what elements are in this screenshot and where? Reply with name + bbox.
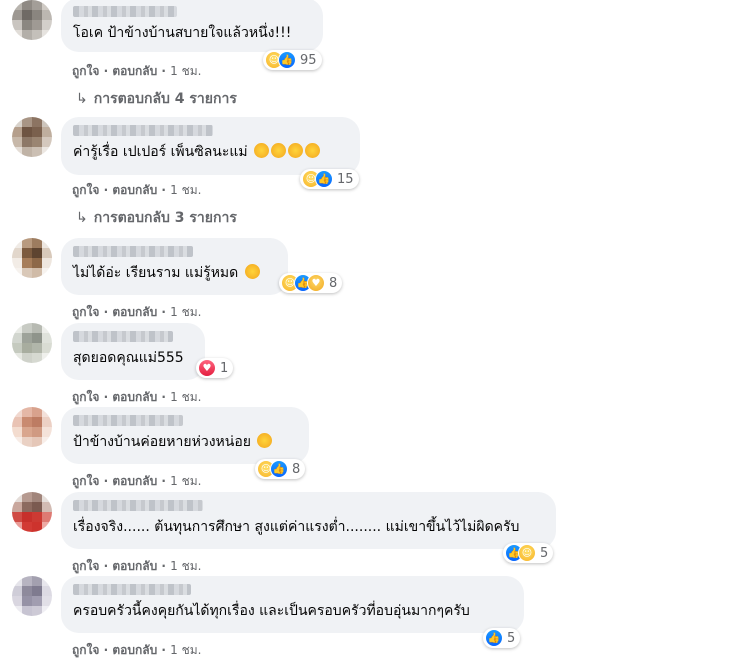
comment-actions: ถูกใจ · ตอบกลับ · 1 ชม. (72, 388, 201, 407)
comment-bubble: โอเค ป้าข้างบ้านสบายใจแล้วหนึ่ง!!! (61, 0, 323, 52)
haha-reaction-icon: ☺ (518, 544, 536, 562)
commenter-name[interactable] (73, 6, 177, 17)
comment-actions: ถูกใจ · ตอบกลับ · 1 ชม. (72, 303, 201, 322)
rofl-emoji-icon (288, 143, 304, 158)
reaction-count: 95 (300, 52, 317, 68)
avatar[interactable] (12, 323, 52, 363)
timestamp[interactable]: 1 ชม. (170, 559, 201, 573)
comment-text: ป้าข้างบ้านค่อยหายห่วงหน่อย (73, 434, 251, 450)
view-replies-link[interactable]: ↳ การตอบกลับ 4 รายการ (76, 88, 237, 110)
replies-label: การตอบกลับ 3 รายการ (93, 210, 237, 226)
reaction-summary[interactable]: 👍 5 (483, 628, 521, 648)
reply-arrow-icon: ↳ (76, 210, 88, 226)
comment-actions: ถูกใจ · ตอบกลับ · 1 ชม. (72, 62, 201, 81)
separator: · (99, 474, 113, 488)
replies-label: การตอบกลับ 4 รายการ (93, 91, 237, 107)
like-reaction-icon: 👍 (278, 51, 296, 69)
comment-text: ครอบครัวนี้คงคุยกันได้ทุกเรื่อง และเป็นค… (73, 603, 470, 619)
view-replies-link[interactable]: ↳ การตอบกลับ 3 รายการ (76, 207, 237, 229)
like-link[interactable]: ถูกใจ (72, 183, 99, 197)
separator: · (157, 64, 171, 78)
smiling-emoji-icon (244, 264, 260, 279)
timestamp[interactable]: 1 ชม. (170, 305, 201, 319)
reaction-count: 15 (337, 171, 354, 187)
comment-text: โอเค ป้าข้างบ้านสบายใจแล้วหนึ่ง!!! (73, 25, 292, 41)
reply-link[interactable]: ตอบกลับ (112, 183, 157, 197)
commenter-name[interactable] (73, 331, 173, 342)
comment-bubble: สุดยอดคุณแม่555 (61, 323, 205, 380)
separator: · (157, 474, 171, 488)
reaction-summary[interactable]: ☺ 👍 ♥ 8 (279, 273, 343, 293)
separator: · (157, 390, 171, 404)
separator: · (99, 559, 113, 573)
like-reaction-icon: 👍 (485, 629, 503, 647)
comment-actions: ถูกใจ · ตอบกลับ · 1 ชม. (72, 472, 201, 491)
reply-arrow-icon: ↳ (76, 91, 88, 107)
reaction-count: 5 (507, 630, 516, 646)
reaction-summary[interactable]: ☺ 👍 95 (263, 50, 322, 70)
avatar[interactable] (12, 407, 52, 447)
separator: · (157, 559, 171, 573)
timestamp[interactable]: 1 ชม. (170, 64, 201, 78)
separator: · (157, 183, 171, 197)
reaction-summary[interactable]: ♥ 1 (196, 358, 234, 378)
comment-bubble: ไม่ได้อ่ะ เรียนราม แม่รู้หมด (61, 238, 288, 295)
rofl-emoji-icon (254, 143, 270, 158)
reply-link[interactable]: ตอบกลับ (112, 64, 157, 78)
comment-text: ไม่ได้อ่ะ เรียนราม แม่รู้หมด (73, 265, 239, 281)
comment-actions: ถูกใจ · ตอบกลับ · 1 ชม. (72, 641, 201, 660)
comment-text: สุดยอดคุณแม่555 (73, 350, 184, 366)
separator: · (99, 390, 113, 404)
rofl-emoji-icon (271, 143, 287, 158)
commenter-name[interactable] (73, 500, 203, 511)
comment-bubble: ป้าข้างบ้านค่อยหายห่วงหน่อย (61, 407, 309, 464)
like-link[interactable]: ถูกใจ (72, 559, 99, 573)
avatar[interactable] (12, 117, 52, 157)
reaction-summary[interactable]: 👍 ☺ 5 (503, 543, 554, 563)
grinning-emoji-icon (257, 433, 273, 448)
reaction-count: 1 (220, 360, 229, 376)
reaction-count: 8 (329, 275, 338, 291)
reply-link[interactable]: ตอบกลับ (112, 390, 157, 404)
love-reaction-icon: ♥ (198, 359, 216, 377)
reply-link[interactable]: ตอบกลับ (112, 559, 157, 573)
timestamp[interactable]: 1 ชม. (170, 183, 201, 197)
like-reaction-icon: 👍 (315, 170, 333, 188)
like-link[interactable]: ถูกใจ (72, 474, 99, 488)
separator: · (99, 183, 113, 197)
comment-bubble: เรื่องจริง...... ต้นทุนการศึกษา สูงแต่ค่… (61, 492, 556, 549)
reaction-summary[interactable]: ☺ 👍 15 (300, 169, 359, 189)
comment-text: เรื่องจริง...... ต้นทุนการศึกษา สูงแต่ค่… (73, 519, 520, 535)
separator: · (157, 305, 171, 319)
reaction-summary[interactable]: ☺ 👍 8 (255, 459, 306, 479)
reaction-count: 5 (540, 545, 549, 561)
like-link[interactable]: ถูกใจ (72, 64, 99, 78)
timestamp[interactable]: 1 ชม. (170, 474, 201, 488)
reaction-count: 8 (292, 461, 301, 477)
like-link[interactable]: ถูกใจ (72, 305, 99, 319)
like-reaction-icon: 👍 (270, 460, 288, 478)
like-link[interactable]: ถูกใจ (72, 390, 99, 404)
commenter-name[interactable] (73, 125, 213, 136)
avatar[interactable] (12, 576, 52, 616)
avatar[interactable] (12, 238, 52, 278)
rofl-emoji-icon (305, 143, 321, 158)
comment-bubble: ครอบครัวนี้คงคุยกันได้ทุกเรื่อง และเป็นค… (61, 576, 524, 633)
commenter-name[interactable] (73, 415, 183, 426)
reply-link[interactable]: ตอบกลับ (112, 305, 157, 319)
separator: · (99, 64, 113, 78)
avatar[interactable] (12, 492, 52, 532)
separator: · (99, 305, 113, 319)
reply-link[interactable]: ตอบกลับ (112, 474, 157, 488)
comment-actions: ถูกใจ · ตอบกลับ · 1 ชม. (72, 181, 201, 200)
commenter-name[interactable] (73, 584, 191, 595)
comment-actions: ถูกใจ · ตอบกลับ · 1 ชม. (72, 557, 201, 576)
avatar[interactable] (12, 0, 52, 40)
comment-text: ค่ารู้เรื่อ เปเปอร์ เพ็นซิลนะแม่ (73, 144, 248, 160)
comment-bubble: ค่ารู้เรื่อ เปเปอร์ เพ็นซิลนะแม่ (61, 117, 360, 175)
timestamp[interactable]: 1 ชม. (170, 390, 201, 404)
commenter-name[interactable] (73, 246, 193, 257)
care-reaction-icon: ♥ (307, 274, 325, 292)
